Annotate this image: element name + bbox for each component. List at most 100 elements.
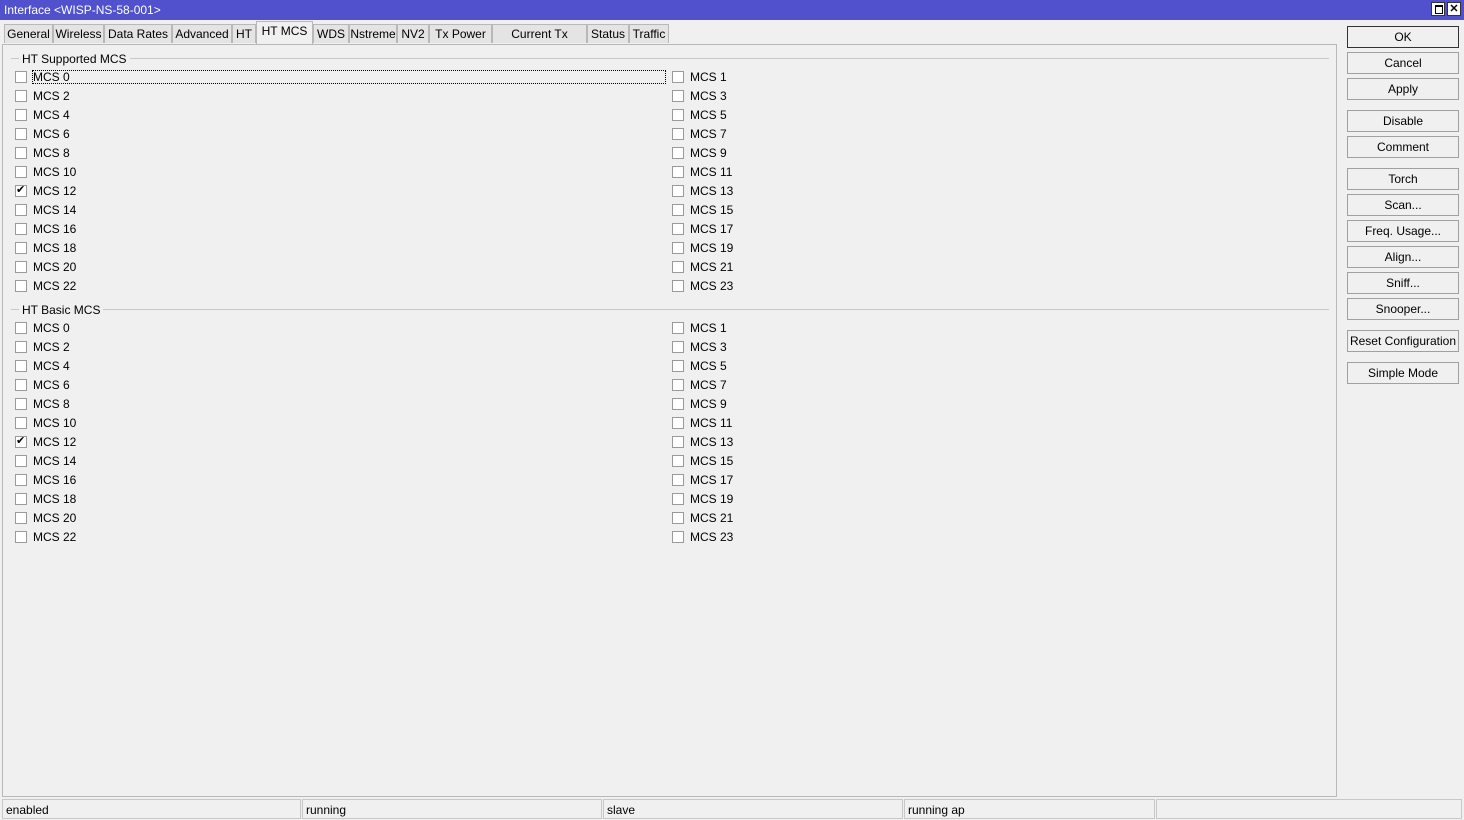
basic-mcs-7-checkbox[interactable] [672,379,684,391]
checkbox-label[interactable]: MCS 1 [690,321,727,335]
checkbox-label[interactable]: MCS 8 [33,146,70,160]
torch-button[interactable]: Torch [1347,168,1459,190]
basic-mcs-3-checkbox[interactable] [672,341,684,353]
apply-button[interactable]: Apply [1347,78,1459,100]
supported-mcs-18-checkbox[interactable] [15,242,27,254]
basic-mcs-23-checkbox[interactable] [672,531,684,543]
supported-mcs-8-checkbox[interactable] [15,147,27,159]
cancel-button[interactable]: Cancel [1347,52,1459,74]
snooper-button[interactable]: Snooper... [1347,298,1459,320]
basic-mcs-13-checkbox[interactable] [672,436,684,448]
checkbox-label[interactable]: MCS 9 [690,397,727,411]
checkbox-label[interactable]: MCS 7 [690,127,727,141]
checkbox-label[interactable]: MCS 9 [690,146,727,160]
checkbox-label[interactable]: MCS 2 [33,89,70,103]
checkbox-label[interactable]: MCS 4 [33,108,70,122]
supported-mcs-16-checkbox[interactable] [15,223,27,235]
basic-mcs-17-checkbox[interactable] [672,474,684,486]
supported-mcs-20-checkbox[interactable] [15,261,27,273]
checkbox-label[interactable]: MCS 20 [33,260,76,274]
basic-mcs-19-checkbox[interactable] [672,493,684,505]
checkbox-label[interactable]: MCS 11 [690,165,732,179]
checkbox-label[interactable]: MCS 0 [33,321,70,335]
supported-mcs-19-checkbox[interactable] [672,242,684,254]
checkbox-label[interactable]: MCS 22 [33,530,76,544]
basic-mcs-20-checkbox[interactable] [15,512,27,524]
checkbox-label[interactable]: MCS 22 [33,279,76,293]
basic-mcs-6-checkbox[interactable] [15,379,27,391]
tab-ht-mcs[interactable]: HT MCS [256,21,313,44]
tab-nstreme[interactable]: Nstreme [349,24,397,43]
supported-mcs-17-checkbox[interactable] [672,223,684,235]
tab-data-rates[interactable]: Data Rates [104,24,172,43]
basic-mcs-10-checkbox[interactable] [15,417,27,429]
checkbox-label[interactable]: MCS 10 [33,416,76,430]
checkbox-label[interactable]: MCS 12 [33,435,76,449]
checkbox-label[interactable]: MCS 4 [33,359,70,373]
checkbox-label[interactable]: MCS 23 [690,279,733,293]
supported-mcs-1-checkbox[interactable] [672,71,684,83]
simple-mode-button[interactable]: Simple Mode [1347,362,1459,384]
supported-mcs-21-checkbox[interactable] [672,261,684,273]
basic-mcs-8-checkbox[interactable] [15,398,27,410]
checkbox-label[interactable]: MCS 1 [690,70,727,84]
checkbox-label[interactable]: MCS 13 [690,184,733,198]
restore-icon[interactable] [1431,2,1445,16]
checkbox-label[interactable]: MCS 8 [33,397,70,411]
checkbox-label[interactable]: MCS 16 [33,473,76,487]
supported-mcs-15-checkbox[interactable] [672,204,684,216]
basic-mcs-1-checkbox[interactable] [672,322,684,334]
checkbox-label[interactable]: MCS 5 [690,359,727,373]
basic-mcs-0-checkbox[interactable] [15,322,27,334]
supported-mcs-10-checkbox[interactable] [15,166,27,178]
basic-mcs-11-checkbox[interactable] [672,417,684,429]
supported-mcs-14-checkbox[interactable] [15,204,27,216]
supported-mcs-3-checkbox[interactable] [672,90,684,102]
supported-mcs-12-checkbox[interactable] [15,183,27,197]
basic-mcs-5-checkbox[interactable] [672,360,684,372]
tab-general[interactable]: General [4,24,53,43]
freq-usage-button[interactable]: Freq. Usage... [1347,220,1459,242]
basic-mcs-18-checkbox[interactable] [15,493,27,505]
comment-button[interactable]: Comment [1347,136,1459,158]
sniff-button[interactable]: Sniff... [1347,272,1459,294]
checkbox-label[interactable]: MCS 3 [690,89,727,103]
tab-nv2[interactable]: NV2 [397,24,429,43]
scan-button[interactable]: Scan... [1347,194,1459,216]
checkbox-label[interactable]: MCS 17 [690,473,733,487]
basic-mcs-4-checkbox[interactable] [15,360,27,372]
supported-mcs-0-checkbox[interactable] [15,71,27,83]
checkbox-label[interactable]: MCS 3 [690,340,727,354]
checkbox-label[interactable]: MCS 21 [690,511,733,525]
tab-wds[interactable]: WDS [313,24,349,43]
reset-configuration-button[interactable]: Reset Configuration [1347,330,1459,352]
supported-mcs-23-checkbox[interactable] [672,280,684,292]
ok-button[interactable]: OK [1347,26,1459,48]
supported-mcs-4-checkbox[interactable] [15,109,27,121]
checkbox-label[interactable]: MCS 23 [690,530,733,544]
checkbox-label[interactable]: MCS 10 [33,165,76,179]
tab-advanced[interactable]: Advanced [172,24,232,43]
tab-current-tx-power[interactable]: Current Tx Power [492,24,587,60]
checkbox-label[interactable]: MCS 7 [690,378,727,392]
basic-mcs-2-checkbox[interactable] [15,341,27,353]
checkbox-label[interactable]: MCS 6 [33,378,70,392]
checkbox-label[interactable]: MCS 18 [33,241,76,255]
basic-mcs-22-checkbox[interactable] [15,531,27,543]
basic-mcs-12-checkbox[interactable] [15,434,27,448]
basic-mcs-16-checkbox[interactable] [15,474,27,486]
align-button[interactable]: Align... [1347,246,1459,268]
checkbox-label[interactable]: MCS 15 [690,454,733,468]
supported-mcs-7-checkbox[interactable] [672,128,684,140]
checkbox-label[interactable]: MCS 17 [690,222,733,236]
tab-wireless[interactable]: Wireless [53,24,104,43]
close-icon[interactable]: ✕ [1447,2,1461,16]
checkbox-label[interactable]: MCS 19 [690,492,733,506]
supported-mcs-11-checkbox[interactable] [672,166,684,178]
basic-mcs-15-checkbox[interactable] [672,455,684,467]
checkbox-label[interactable]: MCS 12 [33,184,76,198]
supported-mcs-22-checkbox[interactable] [15,280,27,292]
supported-mcs-6-checkbox[interactable] [15,128,27,140]
checkbox-label[interactable]: MCS 16 [33,222,76,236]
checkbox-label[interactable]: MCS 21 [690,260,733,274]
